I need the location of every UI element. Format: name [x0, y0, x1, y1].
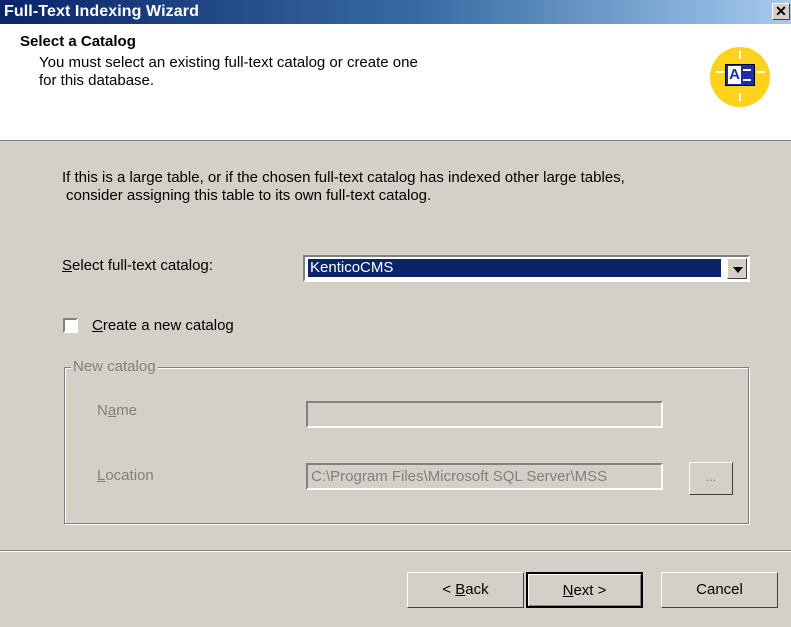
ray-icon	[716, 71, 724, 73]
back-button[interactable]: < Back	[407, 572, 524, 608]
catalog-select-label: Select full-text catalog:	[62, 257, 213, 274]
page-title: Select a Catalog	[20, 33, 136, 50]
footer-divider	[0, 550, 791, 552]
new-catalog-group	[64, 367, 749, 524]
cancel-button[interactable]: Cancel	[661, 572, 778, 608]
name-field[interactable]	[306, 401, 663, 428]
info-text-line2: consider assigning this table to its own…	[66, 187, 432, 204]
close-button[interactable]: ✕	[772, 3, 790, 20]
letter-a-icon: A	[728, 66, 741, 84]
close-icon: ✕	[775, 3, 787, 19]
window-title: Full-Text Indexing Wizard	[4, 3, 199, 20]
text-lines-icon	[743, 69, 751, 81]
header-divider	[0, 139, 791, 140]
catalog-select[interactable]: KenticoCMS	[303, 255, 750, 282]
title-bar: Full-Text Indexing Wizard ✕	[0, 0, 791, 24]
next-button[interactable]: Next >	[526, 572, 643, 608]
browse-button[interactable]: ...	[689, 462, 733, 495]
create-catalog-label[interactable]: Create a new catalog	[92, 317, 234, 334]
name-label: Name	[97, 402, 138, 419]
info-text-line1: If this is a large table, or if the chos…	[62, 169, 625, 186]
page-subtitle-line1: You must select an existing full-text ca…	[39, 54, 418, 71]
page-subtitle-line2: for this database.	[39, 72, 155, 89]
catalog-select-value: KenticoCMS	[307, 258, 722, 278]
document-icon: A	[725, 64, 755, 86]
ray-icon	[739, 51, 741, 59]
new-catalog-group-label: New catalog	[71, 358, 158, 375]
create-catalog-checkbox[interactable]	[63, 318, 78, 333]
wizard-window: Full-Text Indexing Wizard ✕ Select a Cat…	[0, 0, 791, 627]
fulltext-index-icon: A	[710, 47, 770, 107]
chevron-down-icon	[733, 267, 743, 273]
location-label: Location	[97, 467, 154, 484]
dropdown-button[interactable]	[727, 258, 747, 279]
location-field[interactable]: C:\Program Files\Microsoft SQL Server\MS…	[306, 463, 663, 490]
ray-icon	[757, 71, 765, 73]
ray-icon	[739, 93, 741, 101]
